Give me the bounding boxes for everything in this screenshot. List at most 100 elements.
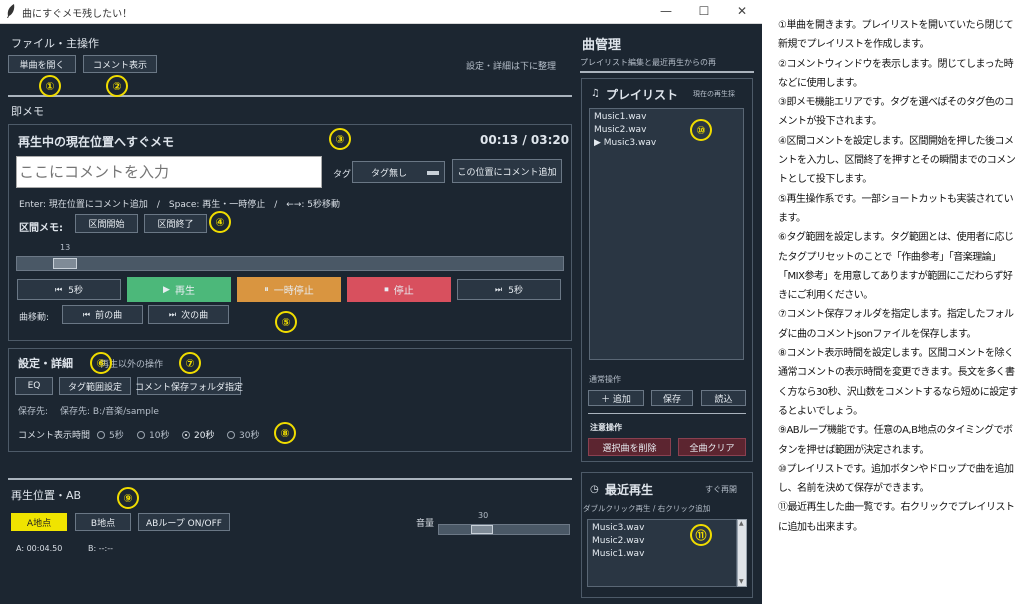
marker-9: ⑨ — [117, 487, 139, 509]
marker-4: ④ — [209, 211, 231, 233]
tag-select[interactable]: タグ無し — [352, 161, 445, 183]
scroll-up-icon[interactable]: ▲ — [739, 520, 744, 527]
prev-track-button[interactable]: ⏮ 前の曲 — [62, 305, 143, 324]
recent-list[interactable]: Music3.wav Music2.wav Music1.wav — [587, 519, 737, 587]
recent-scrollbar[interactable]: ▲ ▼ — [737, 519, 747, 587]
memo-section-header: 即メモ — [11, 105, 44, 118]
range-end-button[interactable]: 区間終了 — [144, 214, 207, 233]
description-panel: ①単曲を開きます。プレイリストを開いていたら閉じて新規でプレイリストを作成します… — [778, 16, 1018, 537]
duration-radio-10[interactable]: 10秒 — [137, 428, 169, 441]
dropdown-indicator-icon — [427, 171, 439, 175]
settings-header: 設定・詳細 — [18, 357, 73, 370]
marker-8: ⑧ — [274, 422, 296, 444]
marker-6: ⑥ — [90, 352, 112, 374]
description-5: ⑤再生操作系です。一部ショートカットも実装されています。 — [778, 193, 1014, 224]
divider — [8, 478, 572, 480]
seek-bar[interactable] — [16, 256, 564, 271]
normal-ops-label: 通常操作 — [589, 375, 621, 384]
comment-duration-label: コメント表示時間 — [18, 431, 91, 441]
description-2: ②コメントウィンドウを表示します。閉じてしまった時などに使用します。 — [778, 58, 1014, 89]
song-manager-header: 曲管理 — [582, 38, 622, 53]
rewind-button[interactable]: ⏮ 5秒 — [17, 279, 121, 300]
range-start-button[interactable]: 区間開始 — [75, 214, 138, 233]
add-song-button[interactable]: ＋ 追加 — [588, 390, 644, 406]
recent-sub: すぐ再開 — [705, 485, 737, 494]
add-comment-here-button[interactable]: この位置にコメント追加 — [452, 159, 562, 183]
close-button[interactable]: ✕ — [734, 3, 750, 19]
list-item[interactable]: Music3.wav — [588, 522, 736, 535]
recent-hint: ダブルクリック再生 / 右クリック追加 — [583, 504, 711, 513]
duration-radio-30[interactable]: 30秒 — [227, 428, 259, 441]
description-9: ⑨ABループ機能です。任意のA,B地点のタイミングでボタンを押せば範囲が決定され… — [778, 425, 1013, 456]
a-time: A: 00:04.50 — [16, 544, 63, 553]
description-7: ⑦コメント保存フォルダを指定します。指定したフォルダに曲のコメントjsonファイ… — [778, 309, 1014, 340]
save-playlist-button[interactable]: 保存 — [651, 390, 693, 406]
maximize-button[interactable]: ☐ — [696, 3, 712, 19]
stop-icon: ⏹ — [384, 284, 389, 295]
marker-5: ⑤ — [275, 311, 297, 333]
range-memo-label: 区間メモ: — [19, 223, 63, 234]
playback-time: 00:13 / 03:20 — [480, 133, 570, 147]
radio-selected-icon — [182, 431, 190, 439]
ab-loop-button[interactable]: ABループ ON/OFF — [138, 513, 230, 531]
marker-1: ① — [39, 75, 61, 97]
open-single-button[interactable]: 単曲を開く — [8, 55, 76, 73]
minimize-button[interactable]: — — [658, 3, 674, 19]
playlist-list[interactable]: Music1.wav Music2.wav ▶ Music3.wav — [589, 108, 744, 360]
eq-button[interactable]: EQ — [15, 377, 53, 395]
delete-selected-button[interactable]: 選択曲を削除 — [588, 438, 671, 456]
list-item[interactable]: Music1.wav — [590, 111, 743, 124]
description-11: ⑪最近再生した曲一覧です。右クリックでプレイリストに追加も出来ます。 — [778, 502, 1015, 533]
title-bar: 曲にすぐメモ残したい！ — ☐ ✕ — [0, 0, 762, 24]
marker-10: ⑩ — [690, 119, 712, 141]
playlist-title: プレイリスト — [606, 88, 679, 102]
divider — [588, 413, 746, 414]
description-6: ⑥タグ範囲を設定します。タグ範囲とは、使用者に応じたタグプリセットのことで「作曲… — [778, 232, 1014, 302]
list-item[interactable]: Music2.wav — [590, 124, 743, 137]
pause-button[interactable]: ⏸ 一時停止 — [237, 277, 341, 302]
rewind-icon: ⏮ — [55, 284, 63, 294]
show-comment-button[interactable]: コメント表示 — [83, 55, 157, 73]
next-icon: ⏭ — [168, 309, 177, 319]
divider — [580, 71, 754, 73]
save-folder-button[interactable]: コメント保存フォルダ指定 — [135, 377, 243, 395]
volume-handle[interactable] — [471, 525, 493, 534]
marker-2: ② — [106, 75, 128, 97]
list-item[interactable]: Music2.wav — [588, 535, 736, 548]
shortcut-hint: Enter: 現在位置にコメント追加 / Space: 再生・一時停止 / ←→… — [19, 200, 340, 210]
volume-label: 音量 — [416, 519, 435, 529]
description-8: ⑧コメント表示時間を設定します。区間コメントを除く通常コメントの表示時間を変更で… — [778, 348, 1018, 417]
next-track-button[interactable]: ⏭ 次の曲 — [148, 305, 229, 324]
song-manager-sub: プレイリスト編集と最近再生からの再 — [580, 58, 716, 67]
b-time: B: --:-- — [88, 544, 113, 553]
volume-value: 30 — [478, 511, 489, 520]
scroll-down-icon[interactable]: ▼ — [739, 578, 744, 585]
seek-handle[interactable] — [53, 258, 77, 269]
seek-value: 13 — [60, 243, 71, 252]
tag-range-button[interactable]: タグ範囲設定 — [59, 377, 131, 395]
comment-input[interactable] — [16, 156, 322, 188]
play-icon: ▶ — [163, 284, 170, 295]
load-playlist-button[interactable]: 読込 — [701, 390, 746, 406]
marker-11: ⑪ — [690, 524, 712, 546]
volume-slider[interactable] — [438, 524, 570, 535]
play-button[interactable]: ▶ 再生 — [127, 277, 231, 302]
radio-icon — [137, 431, 145, 439]
pause-icon: ⏸ — [264, 284, 269, 295]
duration-radio-5[interactable]: 5秒 — [97, 428, 124, 441]
music-note-icon: ♫ — [591, 88, 600, 99]
tag-label: タグ — [333, 170, 352, 180]
list-item[interactable]: Music1.wav — [588, 548, 736, 561]
prev-icon: ⏮ — [82, 309, 91, 319]
recent-title: 最近再生 — [605, 483, 654, 497]
duration-radio-20[interactable]: 20秒 — [182, 428, 214, 441]
marker-3: ③ — [329, 128, 351, 150]
list-item[interactable]: ▶ Music3.wav — [590, 137, 743, 150]
divider — [8, 95, 572, 97]
a-point-button[interactable]: A地点 — [11, 513, 67, 531]
clear-all-button[interactable]: 全曲クリア — [678, 438, 746, 456]
forward-button[interactable]: ⏭ 5秒 — [457, 279, 561, 300]
stop-button[interactable]: ⏹ 停止 — [347, 277, 451, 302]
radio-icon — [97, 431, 105, 439]
b-point-button[interactable]: B地点 — [75, 513, 131, 531]
